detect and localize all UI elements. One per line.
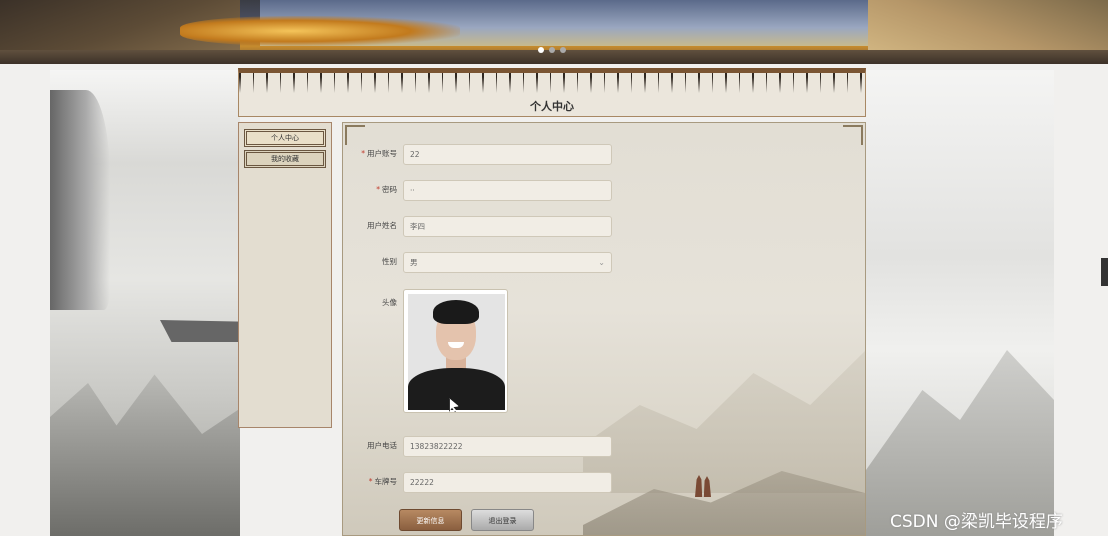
account-label: * 用户账号	[361, 149, 397, 158]
account-input[interactable]: 22	[403, 144, 612, 165]
name-row: 用户姓名 李四	[343, 216, 865, 238]
password-input[interactable]: ··	[403, 180, 612, 201]
watermark-text: CSDN @梁凯毕设程序	[890, 512, 1063, 532]
scrollbar-thumb[interactable]	[1101, 258, 1108, 286]
sidebar-item-personal-center[interactable]: 个人中心	[244, 129, 326, 147]
banner-sunset-water	[180, 16, 460, 46]
background-mountains	[583, 349, 865, 493]
phone-row: 用户电话 13823822222	[343, 436, 865, 458]
logout-button[interactable]: 退出登录	[471, 509, 534, 531]
ink-painting-right	[866, 70, 1054, 536]
avatar-label: 头像	[382, 298, 397, 307]
top-banner	[0, 0, 1108, 64]
page-title: 个人中心	[530, 100, 574, 113]
mountain-illustration	[50, 374, 240, 536]
gender-label: 性别	[382, 257, 397, 266]
password-label: * 密码	[376, 185, 397, 194]
ink-painting-left	[50, 70, 275, 536]
cliff-illustration	[50, 90, 110, 310]
phone-input[interactable]: 13823822222	[403, 436, 612, 457]
plate-label: * 车牌号	[368, 477, 397, 486]
corner-ornament	[843, 125, 863, 145]
gender-row: 性别 男 ⌄	[343, 252, 865, 274]
password-row: * 密码 ··	[343, 180, 865, 202]
plate-input[interactable]: 22222	[403, 472, 612, 493]
carousel-dot-1[interactable]	[538, 47, 544, 53]
sidebar-item-favorites[interactable]: 我的收藏	[244, 150, 326, 168]
name-label: 用户姓名	[367, 221, 397, 230]
carousel-dot-3[interactable]	[560, 47, 566, 53]
plate-row: * 车牌号 22222	[343, 472, 865, 494]
carousel-dots	[538, 47, 566, 53]
carousel-dot-2[interactable]	[549, 47, 555, 53]
account-row: * 用户账号 22	[343, 144, 865, 166]
avatar-upload[interactable]	[403, 289, 508, 413]
name-input[interactable]: 李四	[403, 216, 612, 237]
gender-select[interactable]: 男 ⌄	[403, 252, 612, 273]
phone-label: 用户电话	[367, 441, 397, 450]
update-info-button[interactable]: 更新信息	[399, 509, 462, 531]
gender-value: 男	[410, 258, 418, 267]
corner-ornament	[345, 125, 365, 145]
chevron-down-icon: ⌄	[598, 258, 605, 267]
sidebar: 个人中心 我的收藏	[238, 122, 332, 428]
page-header: 个人中心	[238, 68, 866, 117]
profile-form: * 用户账号 22 * 密码 ·· 用户姓名 李四 性别 男 ⌄ 头像 用户电话 1…	[342, 122, 866, 536]
ink-drip-decoration	[239, 73, 865, 93]
avatar-photo-hair	[433, 300, 479, 324]
avatar-photo-shirt	[408, 368, 505, 410]
